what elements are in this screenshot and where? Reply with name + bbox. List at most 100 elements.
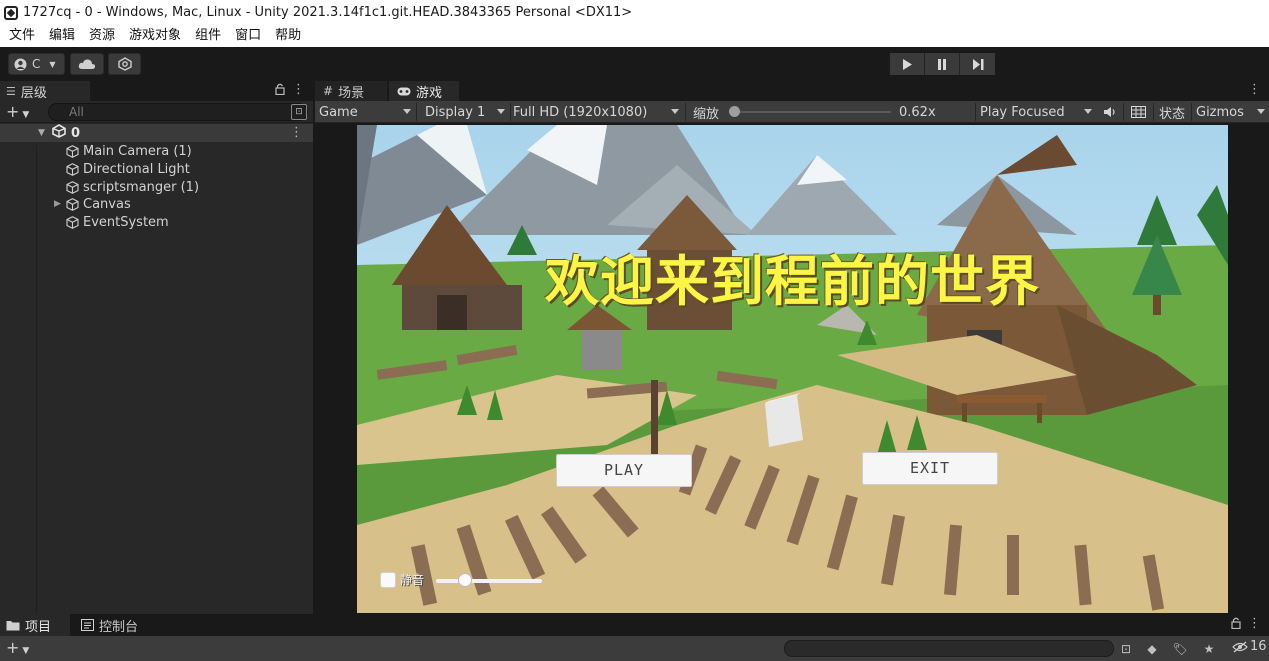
hierarchy-item[interactable]: Canvas: [66, 195, 131, 213]
menu-assets[interactable]: 资源: [82, 25, 122, 47]
pause-icon: [938, 58, 946, 70]
game-title: 欢迎来到程前的世界: [545, 250, 1040, 313]
kebab-icon[interactable]: ⋮: [1248, 616, 1261, 631]
tab-console-label: 控制台: [99, 619, 139, 635]
hierarchy-panel: ☰ 层级 ⋮ +▼ 🔍︎ All ⊡ ▼ 0 ⋮ Main Camera (1)…: [0, 81, 313, 614]
hierarchy-item[interactable]: EventSystem: [66, 213, 169, 231]
gizmos-label: Gizmos: [1196, 104, 1244, 120]
menu-help[interactable]: 帮助: [268, 25, 308, 47]
project-tab-strip: 项目 控制台 ⋮: [0, 614, 1269, 636]
mute-toggle[interactable]: 静音: [380, 571, 424, 588]
kebab-icon[interactable]: ⋮: [292, 82, 305, 97]
collab-button[interactable]: [108, 53, 141, 75]
game-render-area[interactable]: 欢迎来到程前的世界 PLAY EXIT 静音: [357, 125, 1228, 613]
add-object-button[interactable]: + ▼: [6, 102, 29, 121]
play-game-button[interactable]: PLAY: [556, 454, 692, 487]
play-mode-dropdown[interactable]: Play Focused: [976, 101, 1096, 123]
tab-hierarchy-label: 层级: [20, 85, 47, 101]
scale-label-text: 缩放: [693, 106, 720, 122]
project-search-input[interactable]: [784, 640, 1114, 657]
hidden-packages-toggle[interactable]: 16: [1232, 639, 1267, 654]
hierarchy-search-input[interactable]: All: [48, 103, 308, 121]
star-icon[interactable]: ★: [1201, 641, 1217, 657]
tab-scene[interactable]: # 场景: [315, 81, 387, 101]
menu-gameobject[interactable]: 游戏对象: [122, 25, 188, 47]
cube-icon: [66, 144, 79, 158]
stats-toggle-grid[interactable]: [1127, 101, 1151, 123]
step-icon: [972, 58, 983, 70]
tab-hierarchy[interactable]: ☰ 层级: [0, 81, 90, 101]
mute-checkbox[interactable]: [380, 571, 396, 588]
step-button[interactable]: [960, 53, 995, 75]
volume-slider-track[interactable]: [436, 579, 542, 583]
menu-edit[interactable]: 编辑: [42, 25, 82, 47]
grid-icon: #: [323, 84, 334, 98]
tab-project[interactable]: 项目: [0, 614, 70, 636]
hierarchy-item[interactable]: Directional Light: [66, 160, 190, 178]
chevron-right-icon[interactable]: ▶: [54, 199, 61, 209]
cloud-button[interactable]: [70, 53, 104, 75]
exit-game-button[interactable]: EXIT: [862, 452, 998, 485]
kebab-icon[interactable]: ⋮: [290, 125, 303, 140]
cube-icon: [66, 180, 79, 194]
scale-slider-handle[interactable]: [729, 106, 741, 117]
console-icon: [81, 619, 94, 631]
search-filter-icon[interactable]: ⊡: [1118, 641, 1134, 657]
play-button[interactable]: [890, 53, 925, 75]
audio-toggle[interactable]: [1099, 101, 1121, 123]
tab-game[interactable]: 游戏: [389, 81, 459, 101]
unity-logo-icon: [4, 5, 18, 20]
project-panel: 项目 控制台 ⋮ +▼ 🔍︎ ⊡ ◆ 🏷︎ ★ 16: [0, 614, 1269, 661]
gizmos-dropdown[interactable]: Gizmos: [1192, 101, 1269, 123]
lock-icon[interactable]: [275, 83, 285, 98]
scene-root-row[interactable]: ▼ 0 ⋮: [0, 124, 313, 142]
menu-component[interactable]: 组件: [188, 25, 228, 47]
cube-icon: [66, 197, 79, 211]
kebab-icon[interactable]: ⋮: [1248, 82, 1261, 97]
scene-name: 0: [71, 125, 81, 141]
type-filter-icon[interactable]: ◆: [1144, 641, 1160, 657]
chevron-down-icon: ▼: [38, 128, 45, 138]
filter-icon[interactable]: ⊡: [291, 104, 307, 120]
hierarchy-item-label: Main Camera (1): [83, 143, 192, 159]
hierarchy-item-label: Canvas: [83, 196, 131, 212]
scale-label: 缩放: [689, 101, 729, 123]
chevron-down-icon: [671, 109, 679, 114]
eye-hidden-icon: [1232, 641, 1248, 652]
create-asset-button[interactable]: + ▼: [6, 638, 29, 657]
hierarchy-item[interactable]: Main Camera (1): [66, 142, 192, 160]
account-button[interactable]: C ▼: [8, 53, 65, 75]
stats-button[interactable]: 状态: [1155, 101, 1191, 123]
mode-value: Game: [319, 104, 358, 120]
mode-dropdown[interactable]: Game: [315, 101, 415, 123]
scale-value: 0.62x: [895, 101, 955, 123]
chevron-down-icon: [1257, 109, 1265, 114]
pause-button[interactable]: [925, 53, 960, 75]
main-toolbar: C ▼: [0, 47, 1269, 81]
display-dropdown[interactable]: Display 1: [421, 101, 509, 123]
lock-icon[interactable]: [1231, 617, 1241, 632]
game-scene-illustration: [357, 125, 1228, 613]
game-view-tab-strip: # 场景 游戏 ⋮: [315, 81, 1269, 101]
account-label: C: [32, 57, 41, 71]
hierarchy-item-label: Directional Light: [83, 161, 190, 177]
menu-window[interactable]: 窗口: [228, 25, 268, 47]
tab-scene-label: 场景: [338, 85, 365, 101]
folder-icon: [6, 620, 20, 630]
menu-file[interactable]: 文件: [2, 25, 42, 47]
volume-slider-handle[interactable]: [457, 573, 472, 587]
display-value: Display 1: [425, 104, 486, 120]
stats-label: 状态: [1159, 106, 1186, 122]
collab-icon: [117, 57, 132, 71]
hierarchy-item-label: scriptsmanger (1): [83, 179, 200, 195]
cube-icon: [66, 162, 79, 176]
game-view-panel: # 场景 游戏 ⋮ Game Display 1 Full HD (1920x1…: [315, 81, 1269, 614]
hierarchy-item[interactable]: scriptsmanger (1): [66, 178, 199, 196]
tab-console[interactable]: 控制台: [75, 614, 165, 636]
scale-slider-track[interactable]: [731, 111, 891, 113]
project-toolbar: +▼ 🔍︎ ⊡ ◆ 🏷︎ ★ 16: [0, 636, 1269, 661]
play-mode-value: Play Focused: [980, 104, 1065, 120]
play-icon: [903, 58, 912, 70]
resolution-dropdown[interactable]: Full HD (1920x1080): [509, 101, 683, 123]
tag-icon[interactable]: 🏷︎: [1172, 641, 1188, 657]
